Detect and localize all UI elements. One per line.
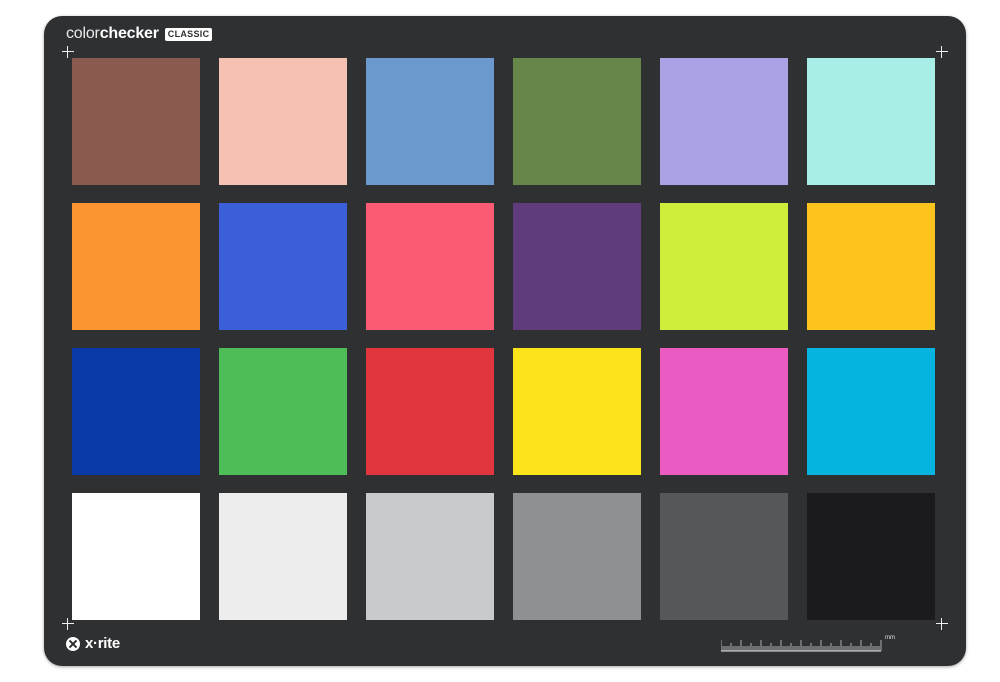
color-patch [660, 58, 788, 185]
mm-ruler [721, 640, 882, 652]
color-patch [513, 58, 641, 185]
registration-mark-icon [936, 46, 948, 58]
x-rite-logo: x·rite [66, 635, 120, 652]
x-rite-icon [66, 636, 80, 651]
brand-name-bold: checker [99, 25, 159, 42]
color-patch [807, 348, 935, 475]
color-patch [72, 58, 200, 185]
registration-mark-icon [62, 46, 74, 58]
brand-name-light: color [66, 25, 100, 42]
color-patch [219, 493, 347, 620]
color-patch [219, 203, 347, 330]
color-patch [513, 203, 641, 330]
color-patch [660, 203, 788, 330]
color-patch [807, 493, 935, 620]
color-patch [513, 348, 641, 475]
color-patch [219, 348, 347, 475]
brand-badge: CLASSIC [164, 27, 213, 41]
color-patch [366, 348, 494, 475]
color-patch [366, 493, 494, 620]
color-patch [366, 203, 494, 330]
color-patch [660, 493, 788, 620]
x-rite-wordmark: x·rite [85, 635, 120, 652]
ruler-unit-label: mm [885, 635, 895, 641]
color-patch [807, 58, 935, 185]
color-patch [513, 493, 641, 620]
color-patch [366, 58, 494, 185]
registration-mark-icon [936, 618, 948, 630]
color-patch [807, 203, 935, 330]
color-patch [219, 58, 347, 185]
color-patch [72, 203, 200, 330]
brand-logo: color checker CLASSIC [66, 25, 213, 43]
color-checker-board: color checker CLASSIC x·rite mm [44, 16, 966, 666]
color-patch [660, 348, 788, 475]
color-patch [72, 348, 200, 475]
color-patch [72, 493, 200, 620]
